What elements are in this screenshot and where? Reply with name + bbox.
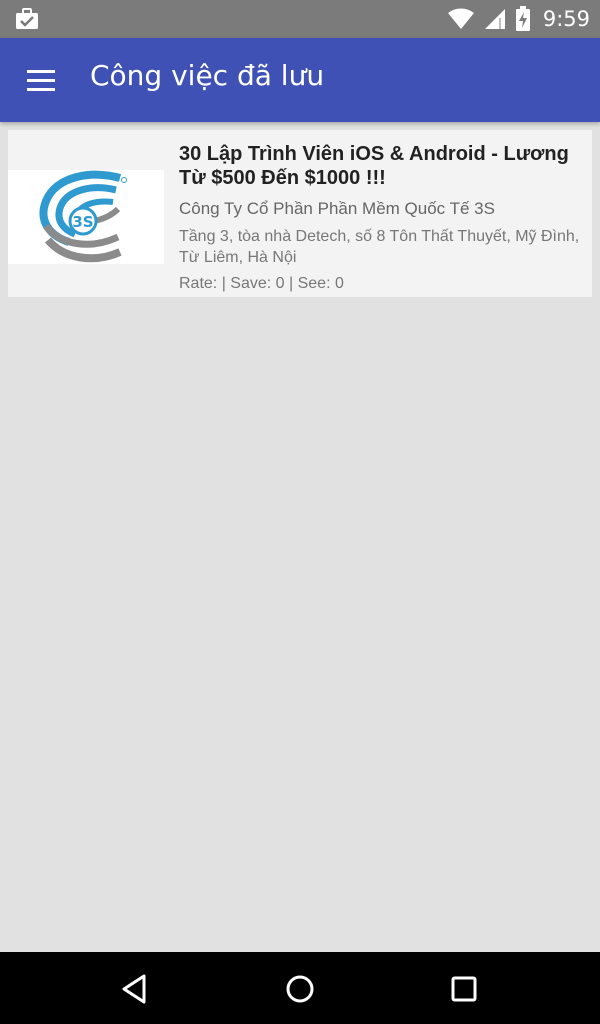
- job-title: 30 Lập Trình Viên iOS & Android - Lương …: [179, 143, 569, 189]
- job-stats: Rate: | Save: 0 | See: 0: [179, 275, 344, 292]
- status-time: 9:59: [542, 7, 590, 31]
- status-icons: 9:59: [447, 0, 590, 38]
- back-icon[interactable]: [114, 968, 156, 1010]
- saved-jobs-screen: 9:59 Công việc đã lưu 3S 30 Lập Trình Vi…: [0, 0, 600, 1024]
- company-logo: 3S: [8, 170, 164, 264]
- home-icon[interactable]: [279, 968, 321, 1010]
- company-name: Công Ty Cổ Phần Phần Mềm Quốc Tế 3S: [179, 199, 495, 218]
- 3s-logo-icon: 3S: [8, 170, 164, 264]
- system-navigation-bar: [0, 952, 600, 1024]
- logo-text: 3S: [72, 213, 93, 231]
- status-bar: 9:59: [0, 0, 600, 38]
- page-title: Công việc đã lưu: [90, 59, 325, 92]
- recent-apps-icon[interactable]: [443, 968, 485, 1010]
- job-card[interactable]: 3S 30 Lập Trình Viên iOS & Android - Lươ…: [8, 130, 592, 297]
- wifi-icon: [447, 8, 474, 29]
- briefcase-check-icon: [16, 8, 38, 29]
- job-details: 30 Lập Trình Viên iOS & Android - Lương …: [179, 142, 583, 294]
- battery-charging-icon: [515, 6, 530, 31]
- hamburger-menu-icon[interactable]: [22, 61, 60, 99]
- cell-signal-icon: [484, 9, 505, 29]
- saved-jobs-list: 3S 30 Lập Trình Viên iOS & Android - Lươ…: [0, 122, 600, 952]
- job-address: Tầng 3, tòa nhà Detech, số 8 Tôn Thất Th…: [179, 228, 580, 266]
- app-bar: Công việc đã lưu: [0, 38, 600, 122]
